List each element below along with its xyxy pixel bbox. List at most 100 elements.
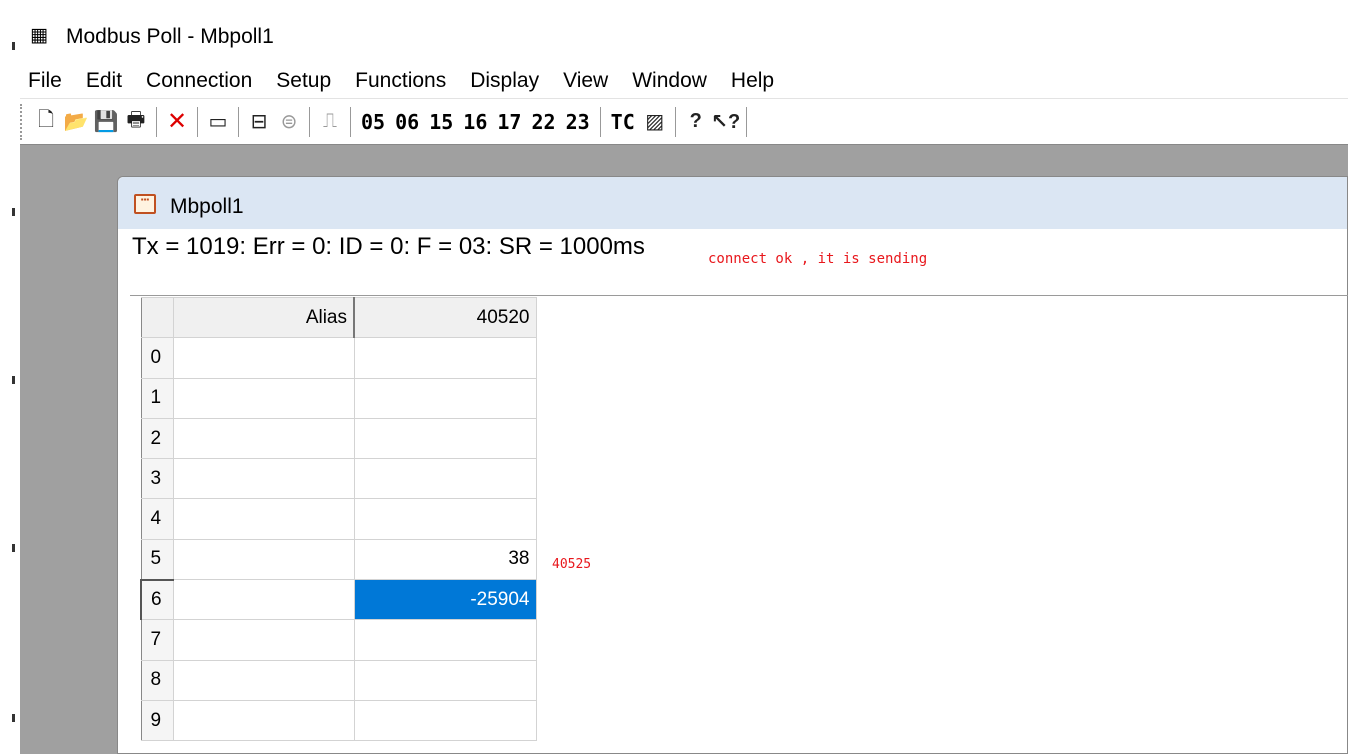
disconnect-icon[interactable]: ⊜ [274,107,304,137]
menu-help[interactable]: Help [719,69,786,93]
status-line: Tx = 1019: Err = 0: ID = 0: F = 03: SR =… [132,233,645,260]
child-title-bar[interactable]: ▪▪▪ Mbpoll1 [118,177,1347,229]
app-title-bar: ▦ Modbus Poll - Mbpoll1 [0,0,1348,64]
menu-window[interactable]: Window [620,69,719,93]
tc-button[interactable]: TC [606,110,640,134]
row-header[interactable]: 5 [140,538,174,581]
child-window-title: Mbpoll1 [170,195,244,218]
address-column-header[interactable]: 40520 [353,296,537,339]
context-help-icon[interactable]: ↖? [711,107,741,137]
pulse-icon[interactable]: ⎍ [315,107,345,137]
window-edge-mark [12,208,15,216]
communication-traffic-icon[interactable]: ▨ [640,107,670,137]
row-header[interactable]: 0 [140,337,174,379]
menu-edit[interactable]: Edit [74,69,134,93]
table-row-selected: 6 -25904 [140,578,537,621]
value-cell[interactable] [353,417,537,460]
menu-display[interactable]: Display [458,69,551,93]
alias-cell[interactable] [172,579,355,621]
value-cell[interactable] [353,498,537,540]
window-edge-mark [12,544,15,552]
alias-cell[interactable] [172,699,355,742]
toolbar: 🗋 📂 💾 🖶 ✕ ▭ ⊟ ⊜ ⎍ 05 06 15 16 17 22 23 T… [20,98,1348,144]
window-edge-mark [12,42,15,50]
delete-icon[interactable]: ✕ [162,107,192,137]
app-title: Modbus Poll - Mbpoll1 [66,25,274,48]
row-header[interactable]: 7 [140,619,174,661]
toolbar-grip[interactable] [20,103,23,140]
value-cell[interactable] [353,337,537,379]
menu-bar: File Edit Connection Setup Functions Dis… [0,64,1348,98]
alias-cell[interactable] [172,498,355,540]
toolbar-separator [674,106,676,137]
toolbar-separator [745,106,747,137]
toolbar-separator [238,106,239,137]
table-row: 4 [140,498,537,540]
document-icon: ▪▪▪ [134,194,156,214]
menu-setup[interactable]: Setup [264,69,343,93]
table-row: 3 [140,458,537,500]
open-folder-icon[interactable]: 📂 [61,107,91,137]
grid-header-row: Alias 40520 [140,296,537,339]
value-cell[interactable]: 38 [353,538,537,581]
function-15-button[interactable]: 15 [424,110,458,134]
value-cell[interactable] [353,699,537,742]
alias-cell[interactable] [172,619,355,661]
table-row: 5 38 [140,538,537,581]
toolbar-separator [197,106,198,137]
toolbar-separator [599,106,601,137]
function-23-button[interactable]: 23 [561,110,595,134]
window-edge-mark [12,376,15,384]
save-icon[interactable]: 💾 [91,107,121,137]
row-header[interactable]: 6 [140,578,174,621]
menu-functions[interactable]: Functions [343,69,458,93]
grid-corner[interactable] [140,296,174,339]
alias-cell[interactable] [172,538,355,581]
selected-value-cell[interactable]: -25904 [353,579,537,621]
table-row: 0 [140,337,537,379]
toolbar-separator [309,106,310,137]
table-row: 7 [140,619,537,661]
table-row: 2 [140,417,537,460]
row-header[interactable]: 2 [140,417,174,460]
menu-file[interactable]: File [0,69,74,93]
register-grid: Alias 40520 0 1 2 3 4 5 38 6 -25904 7 8 … [140,296,537,742]
function-16-button[interactable]: 16 [458,110,492,134]
row-header[interactable]: 1 [140,377,174,419]
row-header[interactable]: 3 [140,458,174,500]
alias-cell[interactable] [172,417,355,460]
menu-connection[interactable]: Connection [134,69,264,93]
annotation-address: 40525 [552,557,592,572]
value-cell[interactable] [353,659,537,701]
window-edge-mark [12,714,15,722]
function-06-button[interactable]: 06 [390,110,424,134]
annotation-connect: connect ok , it is sending [708,251,928,267]
function-22-button[interactable]: 22 [526,110,560,134]
function-05-button[interactable]: 05 [356,110,390,134]
row-header[interactable]: 4 [140,498,174,540]
new-file-icon[interactable]: 🗋 [31,107,61,137]
menu-view[interactable]: View [551,69,620,93]
value-cell[interactable] [353,377,537,419]
table-row: 8 [140,659,537,701]
help-icon[interactable]: ? [681,107,711,137]
row-header[interactable]: 8 [140,659,174,701]
value-cell[interactable] [353,458,537,500]
toolbar-separator [350,106,351,137]
toolbar-separator [156,106,157,137]
function-17-button[interactable]: 17 [492,110,526,134]
table-row: 9 [140,699,537,742]
divider [130,295,1348,296]
mbpoll-child-window: ▪▪▪ Mbpoll1 Tx = 1019: Err = 0: ID = 0: … [117,176,1348,754]
alias-column-header[interactable]: Alias [172,296,355,339]
alias-cell[interactable] [172,377,355,419]
row-header[interactable]: 9 [140,699,174,742]
print-icon[interactable]: 🖶 [121,107,151,137]
alias-cell[interactable] [172,337,355,379]
modbus-poll-app-icon: ▦ [30,25,48,46]
window-icon[interactable]: ▭ [203,107,233,137]
alias-cell[interactable] [172,458,355,500]
connect-icon[interactable]: ⊟ [244,107,274,137]
alias-cell[interactable] [172,659,355,701]
value-cell[interactable] [353,619,537,661]
